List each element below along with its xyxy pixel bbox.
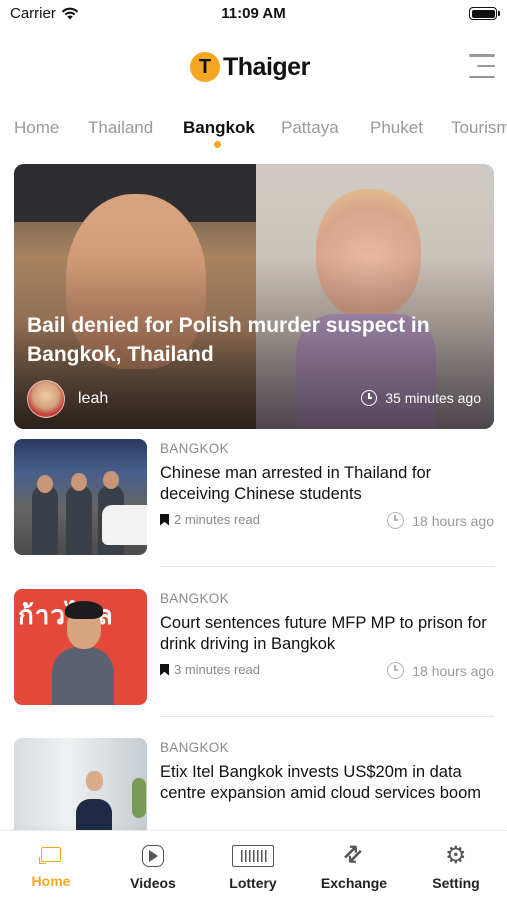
featured-author: leah: [78, 390, 109, 407]
active-tab-indicator: [214, 141, 221, 148]
logo-text: Thaiger: [223, 52, 310, 81]
nav-exchange[interactable]: Exchange: [309, 841, 399, 891]
featured-time: 35 minutes ago: [361, 390, 481, 406]
article-thumbnail: [14, 738, 147, 830]
article-time-text: 18 hours ago: [412, 662, 494, 679]
tab-bangkok[interactable]: Bangkok: [183, 118, 255, 138]
exchange-icon: [344, 845, 364, 867]
clock-icon: [387, 512, 405, 529]
tab-pattaya[interactable]: Pattaya: [281, 118, 339, 138]
read-time-text: 3 minutes read: [174, 662, 260, 677]
list-item[interactable]: BANGKOK Etix Itel Bangkok invests US$20m…: [14, 738, 494, 830]
bookmark-icon: [160, 513, 169, 526]
category-tabs: Home Thailand Bangkok Pattaya Phuket Tou…: [0, 115, 507, 155]
article-category: BANGKOK: [160, 591, 229, 606]
featured-time-text: 35 minutes ago: [385, 390, 481, 406]
article-time-text: 18 hours ago: [412, 512, 494, 529]
status-time: 11:09 AM: [221, 5, 286, 22]
battery-icon: [469, 7, 500, 20]
author-avatar: [27, 380, 65, 418]
nav-lottery[interactable]: Lottery: [208, 841, 298, 891]
status-bar: Carrier 11:09 AM: [0, 0, 507, 30]
nav-exchange-label: Exchange: [320, 875, 388, 891]
featured-title[interactable]: Bail denied for Polish murder suspect in…: [27, 311, 482, 369]
nav-setting[interactable]: Setting: [411, 841, 501, 891]
nav-lottery-label: Lottery: [229, 875, 277, 891]
play-icon: [142, 845, 164, 867]
read-time-text: 2 minutes read: [174, 512, 260, 527]
bottom-navigation: Home Videos Lottery Exchange Setting: [0, 830, 507, 900]
tab-tourism[interactable]: Tourism: [451, 118, 507, 138]
hamburger-menu-icon[interactable]: [469, 52, 495, 80]
tab-thailand[interactable]: Thailand: [88, 118, 153, 138]
nav-videos[interactable]: Videos: [108, 841, 198, 891]
lottery-ticket-icon: [232, 845, 274, 867]
nav-home-label: Home: [31, 873, 71, 889]
app-header: T Thaiger: [0, 40, 507, 96]
list-item[interactable]: ก้าวไกล BANGKOK Court sentences future M…: [14, 589, 494, 719]
thaiger-logo[interactable]: T Thaiger: [190, 52, 310, 82]
divider: [160, 716, 494, 717]
read-time: 3 minutes read: [160, 662, 260, 677]
tab-phuket[interactable]: Phuket: [370, 118, 423, 138]
clock-icon: [361, 390, 378, 406]
gear-icon: [445, 841, 467, 869]
clock-icon: [387, 662, 405, 679]
article-category: BANGKOK: [160, 441, 229, 456]
home-icon: [39, 847, 61, 864]
read-time: 2 minutes read: [160, 512, 260, 527]
article-title[interactable]: Court sentences future MFP MP to prison …: [160, 613, 494, 655]
article-thumbnail: ก้าวไกล: [14, 589, 147, 705]
divider: [160, 566, 494, 567]
nav-videos-label: Videos: [130, 875, 176, 891]
article-time: 18 hours ago: [387, 662, 494, 679]
logo-badge-icon: T: [190, 52, 220, 82]
article-time: 18 hours ago: [387, 512, 494, 529]
article-title[interactable]: Chinese man arrested in Thailand for dec…: [160, 463, 494, 505]
featured-article[interactable]: Bail denied for Polish murder suspect in…: [14, 164, 494, 429]
article-thumbnail: [14, 439, 147, 555]
bookmark-icon: [160, 663, 169, 676]
list-item[interactable]: BANGKOK Chinese man arrested in Thailand…: [14, 439, 494, 569]
article-category: BANGKOK: [160, 740, 229, 755]
tab-home[interactable]: Home: [14, 118, 59, 138]
nav-home[interactable]: Home: [6, 841, 96, 889]
nav-setting-label: Setting: [432, 875, 480, 891]
article-title[interactable]: Etix Itel Bangkok invests US$20m in data…: [160, 762, 494, 804]
